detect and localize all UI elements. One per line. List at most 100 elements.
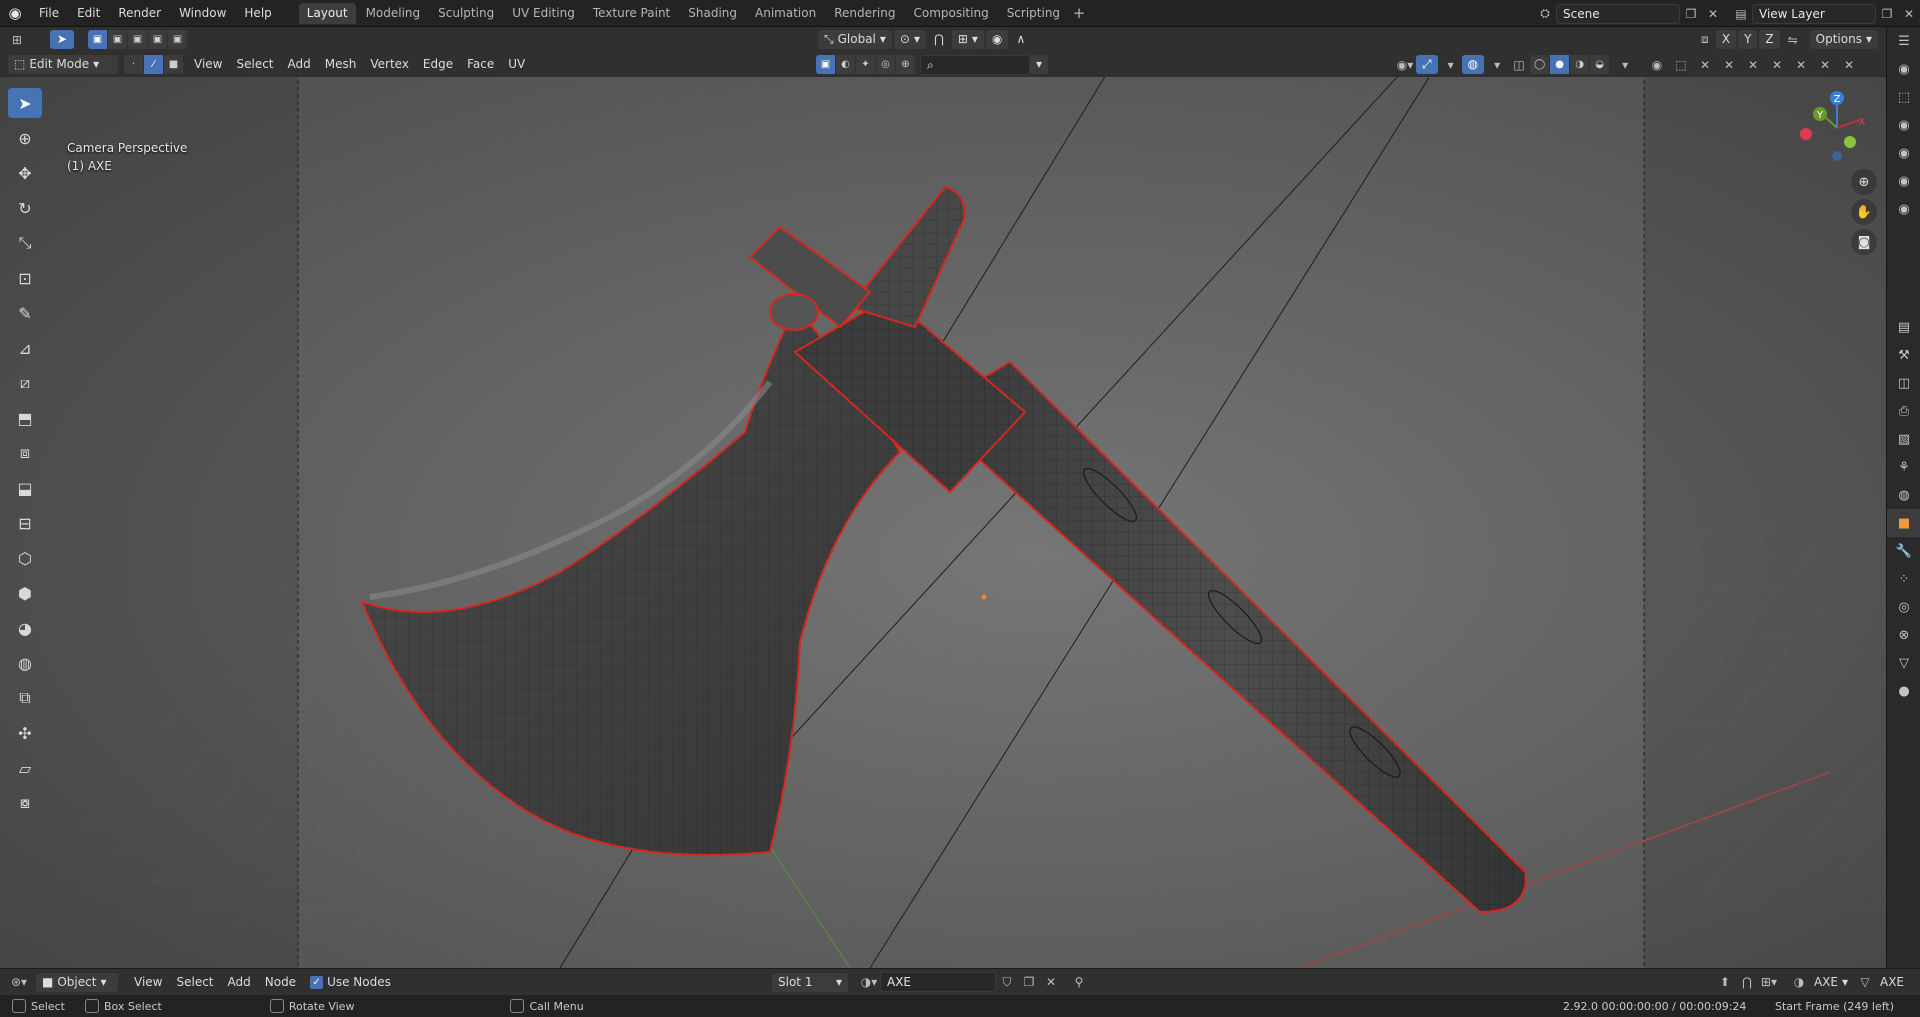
menu-window[interactable]: Window (170, 0, 235, 27)
gizmo-dropdown-icon[interactable]: ▾ (1440, 55, 1462, 75)
menu-node[interactable]: Node (259, 973, 302, 992)
physics-properties-icon[interactable]: ◎ (1887, 593, 1920, 621)
camera-view-icon[interactable]: ◙ (1851, 229, 1877, 255)
snap-toggle[interactable]: ⋂ (928, 30, 950, 49)
tool-properties-icon[interactable]: ⚒ (1887, 341, 1920, 369)
pin-icon[interactable]: ⚲ (1068, 972, 1090, 992)
visibility-eye-icon[interactable]: ◉▾ (1394, 55, 1416, 75)
tab-sculpting[interactable]: Sculpting (430, 3, 502, 24)
mode-dropdown[interactable]: ⬚ Edit Mode ▾ (8, 55, 118, 74)
tab-layout[interactable]: Layout (298, 2, 356, 24)
rotate-tool-icon[interactable]: ↻ (8, 193, 42, 223)
tab-uv-editing[interactable]: UV Editing (504, 3, 583, 24)
close-icon[interactable]: ✕ (1742, 55, 1764, 75)
vertex-select-icon[interactable]: · (124, 55, 143, 74)
edge-select-icon[interactable]: ⁄ (144, 55, 163, 74)
tab-shading[interactable]: Shading (680, 3, 745, 24)
menu-vertex[interactable]: Vertex (364, 55, 415, 74)
editor-type-icon[interactable]: ⊛▾ (8, 972, 30, 992)
select-intersect-icon[interactable]: ▣ (168, 30, 187, 49)
modifier-properties-icon[interactable]: 🔧 (1887, 537, 1920, 565)
edge-slide-tool-icon[interactable]: ⧉ (8, 683, 42, 713)
pivot-dropdown[interactable]: ⊙ ▾ (893, 30, 927, 49)
menu-add[interactable]: Add (222, 973, 257, 992)
duplicate-material-icon[interactable]: ❐ (1018, 972, 1040, 992)
visibility-eye-icon[interactable]: ◉ (1887, 167, 1920, 195)
menu-edit[interactable]: Edit (68, 0, 109, 27)
unlink-material-icon[interactable]: ✕ (1040, 972, 1062, 992)
delete-view-layer-icon[interactable]: ✕ (1898, 4, 1920, 24)
scale-tool-icon[interactable]: ⤡ (8, 228, 42, 258)
measure-tool-icon[interactable]: ⊿ (8, 333, 42, 363)
tab-modeling[interactable]: Modeling (358, 3, 429, 24)
constraints-properties-icon[interactable]: ⊗ (1887, 621, 1920, 649)
filter-empty-icon[interactable]: ⊕ (896, 55, 915, 74)
select-box-tool-icon[interactable]: ➤ (8, 88, 42, 118)
close-icon[interactable]: ✕ (1718, 55, 1740, 75)
visibility-eye-icon[interactable]: ◉ (1887, 111, 1920, 139)
select-invert-icon[interactable]: ▣ (148, 30, 167, 49)
proportional-toggle[interactable]: ◉ (985, 30, 1009, 49)
view-layer-properties-icon[interactable]: ▧ (1887, 425, 1920, 453)
visibility-eye-icon[interactable]: ◉ (1887, 195, 1920, 223)
close-icon[interactable]: ✕ (1694, 55, 1716, 75)
properties-editor-icon[interactable]: ▤ (1887, 313, 1920, 341)
slot-dropdown[interactable]: Slot 1 ▾ (772, 972, 848, 992)
use-nodes-toggle[interactable]: ✓ Use Nodes (304, 973, 397, 992)
blender-logo-icon[interactable]: ◉ (0, 0, 30, 27)
mirror-z-toggle[interactable]: Z (1759, 30, 1780, 49)
pointer-filter-icon[interactable]: ⬚ (1670, 55, 1692, 75)
chevron-down-icon[interactable]: ▾ (1842, 975, 1848, 989)
zoom-icon[interactable]: ⊕ (1851, 169, 1877, 195)
close-icon[interactable]: ✕ (1790, 55, 1812, 75)
loop-cut-tool-icon[interactable]: ⊟ (8, 508, 42, 538)
select-subtract-icon[interactable]: ▣ (128, 30, 147, 49)
menu-view[interactable]: View (128, 973, 168, 992)
topology-mirror-icon[interactable]: ⇋ (1782, 30, 1804, 50)
render-properties-icon[interactable]: ◫ (1887, 369, 1920, 397)
fake-user-shield-icon[interactable]: ⛉ (996, 972, 1018, 992)
parent-node-icon[interactable]: ⬆ (1714, 972, 1736, 992)
snap-dropdown[interactable]: ⊞ ▾ (951, 30, 984, 49)
close-icon[interactable]: ✕ (1838, 55, 1860, 75)
tab-rendering[interactable]: Rendering (826, 3, 903, 24)
viewport-search-input[interactable]: ⌕ (920, 54, 1030, 75)
face-select-icon[interactable]: ■ (164, 55, 183, 74)
filter-material-icon[interactable]: ◐ (836, 55, 855, 74)
visibility-eye-icon[interactable]: ◉ (1887, 139, 1920, 167)
navigation-gizmo[interactable]: Z Y X (1792, 88, 1882, 168)
material-shading-icon[interactable]: ◑ (1570, 55, 1590, 74)
eye-icon[interactable]: ◉ (1646, 55, 1668, 75)
mirror-y-toggle[interactable]: Y (1738, 30, 1758, 49)
menu-view[interactable]: View (188, 55, 228, 74)
menu-help[interactable]: Help (235, 0, 280, 27)
material-properties-icon[interactable]: ● (1887, 677, 1920, 705)
menu-render[interactable]: Render (109, 0, 170, 27)
selectable-icon[interactable]: ⬚ (1887, 83, 1920, 111)
filter-dropdown[interactable]: ▾ (1030, 55, 1049, 74)
tab-texture-paint[interactable]: Texture Paint (585, 3, 678, 24)
material-browse-icon[interactable]: ◑▾ (858, 972, 880, 992)
add-workspace-button[interactable]: + (1070, 4, 1088, 22)
select-tool-icon[interactable]: ➤ (50, 30, 74, 49)
output-properties-icon[interactable]: ⎙ (1887, 397, 1920, 425)
3d-viewport[interactable]: Camera Perspective (1) AXE (0, 52, 1886, 968)
menu-edge[interactable]: Edge (417, 55, 459, 74)
rip-tool-icon[interactable]: ⧇ (8, 788, 42, 818)
tab-compositing[interactable]: Compositing (905, 3, 996, 24)
snap-magnet-icon[interactable]: ⋂ (1736, 972, 1758, 992)
material-name-field[interactable]: AXE (880, 972, 996, 992)
scene-name-field[interactable]: Scene (1556, 3, 1680, 24)
new-scene-icon[interactable]: ❐ (1680, 4, 1702, 24)
world-properties-icon[interactable]: ◍ (1887, 481, 1920, 509)
snap-element-icon[interactable]: ⊞▾ (1758, 972, 1780, 992)
shading-dropdown-icon[interactable]: ▾ (1614, 55, 1636, 75)
menu-select[interactable]: Select (170, 973, 219, 992)
menu-file[interactable]: File (30, 0, 68, 27)
new-view-layer-icon[interactable]: ❐ (1876, 4, 1898, 24)
filter-mesh-icon[interactable]: ▣ (816, 55, 835, 74)
filter-camera-icon[interactable]: ◎ (876, 55, 895, 74)
inset-tool-icon[interactable]: ⧈ (8, 438, 42, 468)
spin-tool-icon[interactable]: ◕ (8, 613, 42, 643)
overlay-toggle-icon[interactable]: ◍ (1461, 55, 1485, 74)
